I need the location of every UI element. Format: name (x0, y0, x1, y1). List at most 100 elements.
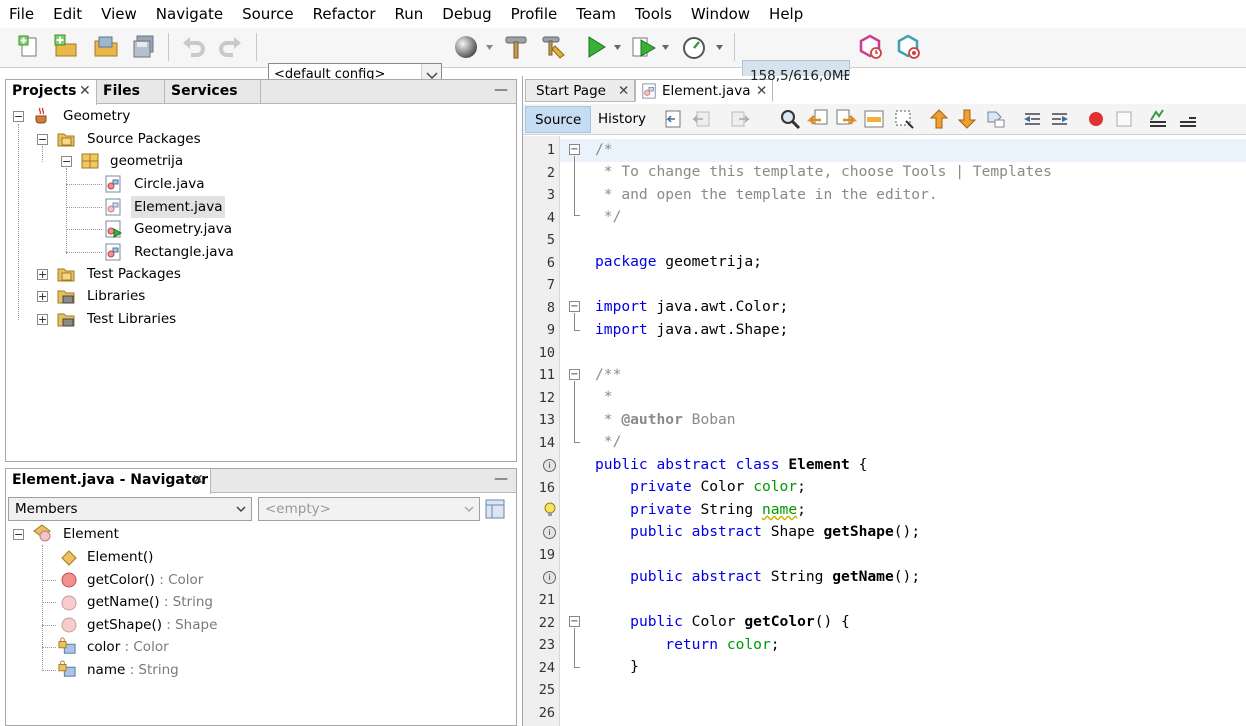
navigator-member-color[interactable]: color : Color (87, 636, 169, 658)
tree-test-libraries[interactable]: Test Libraries (87, 308, 176, 330)
tree-file-circle[interactable]: Circle.java (131, 173, 208, 195)
navigator-member-getname[interactable]: getName() : String (87, 591, 213, 613)
menu-navigate[interactable]: Navigate (147, 0, 233, 28)
code-line-8[interactable]: import java.awt.Color; (595, 296, 788, 319)
code-line-13[interactable]: * @author Boban (595, 409, 736, 432)
tree-source-packages[interactable]: Source Packages (87, 128, 201, 150)
code-line-20[interactable]: public abstract String getName(); (595, 566, 920, 589)
menu-team[interactable]: Team (567, 0, 626, 28)
close-icon[interactable]: ✕ (618, 80, 629, 102)
tree-project-geometry[interactable]: Geometry (63, 105, 130, 127)
code-line-2[interactable]: * To change this template, choose Tools … (595, 161, 1052, 184)
code-line-18[interactable]: public abstract Shape getShape(); (595, 521, 920, 544)
navigator-member-getcolor[interactable]: getColor() : Color (87, 569, 203, 591)
build-icon[interactable] (502, 33, 530, 61)
start-macro-icon[interactable] (1085, 108, 1107, 130)
fold-toggle[interactable]: − (569, 616, 580, 627)
profiler-snapshot-icon[interactable] (856, 33, 884, 61)
collapse-toggle[interactable]: − (61, 156, 72, 167)
save-all-icon[interactable] (130, 33, 158, 61)
tab-projects[interactable]: Projects ✕ (6, 80, 97, 105)
comment-icon[interactable] (1147, 108, 1169, 130)
implemented-by-icon[interactable]: i (543, 571, 556, 584)
menu-tools[interactable]: Tools (626, 0, 682, 28)
code-line-3[interactable]: * and open the template in the editor. (595, 184, 938, 207)
code-line-17[interactable]: private String name; (595, 499, 806, 522)
code-line-11[interactable]: /** (595, 364, 621, 387)
menu-profile[interactable]: Profile (502, 0, 568, 28)
menu-view[interactable]: View (92, 0, 147, 28)
navigator-member-getshape[interactable]: getShape() : Shape (87, 614, 217, 636)
close-icon[interactable]: ✕ (79, 80, 91, 103)
undo-icon[interactable] (180, 33, 208, 61)
profiler-memory-icon[interactable] (894, 33, 922, 61)
tree-package-geometrija[interactable]: geometrija (110, 150, 183, 172)
code-line-23[interactable]: return color; (595, 634, 779, 657)
toggle-highlight-icon[interactable] (863, 108, 885, 130)
code-line-22[interactable]: public Color getColor() { (595, 611, 850, 634)
run-icon[interactable] (582, 33, 610, 61)
layout-toggle-icon[interactable] (484, 498, 506, 520)
back-icon[interactable] (691, 108, 713, 130)
minimize-icon[interactable]: — (494, 82, 508, 98)
tab-services[interactable]: Services (165, 80, 261, 104)
redo-icon[interactable] (216, 33, 244, 61)
debug-icon[interactable] (630, 33, 658, 61)
shift-left-icon[interactable] (1021, 108, 1043, 130)
menu-debug[interactable]: Debug (433, 0, 501, 28)
globe-dropdown-icon[interactable] (486, 45, 493, 50)
tree-libraries[interactable]: Libraries (87, 285, 145, 307)
menu-file[interactable]: File (0, 0, 44, 28)
code-line-15[interactable]: public abstract class Element { (595, 454, 867, 477)
uncomment-icon[interactable] (1177, 108, 1199, 130)
fold-toggle[interactable]: − (569, 369, 580, 380)
debug-dropdown-icon[interactable] (662, 45, 669, 50)
code-line-14[interactable]: */ (595, 431, 622, 454)
navigator-scope-select[interactable]: <empty> (258, 497, 480, 521)
code-line-12[interactable]: * (595, 386, 613, 409)
close-icon[interactable]: ✕ (192, 469, 204, 492)
fold-toggle[interactable]: − (569, 301, 580, 312)
shift-right-icon[interactable] (1049, 108, 1071, 130)
collapse-toggle[interactable]: − (37, 134, 48, 145)
code-line-9[interactable]: import java.awt.Shape; (595, 319, 788, 342)
collapse-toggle[interactable]: − (13, 529, 24, 540)
menu-window[interactable]: Window (682, 0, 760, 28)
fold-toggle[interactable]: − (569, 144, 580, 155)
profile-dropdown-icon[interactable] (716, 45, 723, 50)
find-next-icon[interactable] (835, 108, 857, 130)
code-line-6[interactable]: package geometrija; (595, 251, 762, 274)
tab-start-page[interactable]: Start Page ✕ (525, 79, 635, 102)
code-line-4[interactable]: */ (595, 206, 622, 229)
previous-bookmark-icon[interactable] (928, 108, 950, 130)
last-edit-icon[interactable] (663, 108, 685, 130)
code-line-24[interactable]: } (595, 656, 639, 679)
rectangular-selection-icon[interactable] (893, 108, 915, 130)
find-previous-icon[interactable] (807, 108, 829, 130)
menu-source[interactable]: Source (233, 0, 304, 28)
stop-macro-icon[interactable] (1113, 108, 1135, 130)
next-bookmark-icon[interactable] (956, 108, 978, 130)
forward-icon[interactable] (729, 108, 751, 130)
profile-icon[interactable] (680, 33, 708, 61)
tab-files[interactable]: Files (97, 80, 165, 104)
menu-edit[interactable]: Edit (44, 0, 92, 28)
tree-test-packages[interactable]: Test Packages (87, 263, 181, 285)
history-view-button[interactable]: History (589, 106, 655, 133)
find-icon[interactable] (779, 108, 801, 130)
run-dropdown-icon[interactable] (614, 45, 621, 50)
tree-file-element[interactable]: Element.java (131, 196, 226, 218)
toggle-bookmark-icon[interactable] (985, 108, 1007, 130)
code-line-16[interactable]: private Color color; (595, 476, 806, 499)
menu-refactor[interactable]: Refactor (304, 0, 386, 28)
new-project-icon[interactable] (52, 33, 80, 61)
navigator-member-constructor[interactable]: Element() (87, 546, 153, 568)
collapse-toggle[interactable]: − (13, 111, 24, 122)
navigator-filter-select[interactable]: Members (8, 497, 252, 521)
expand-toggle[interactable]: + (37, 291, 48, 302)
navigator-class[interactable]: Element (63, 523, 119, 545)
tab-navigator[interactable]: Element.java - Navigator ✕ (6, 469, 211, 494)
menu-run[interactable]: Run (386, 0, 434, 28)
code-line-1[interactable]: /* (560, 139, 1246, 162)
new-file-icon[interactable] (16, 33, 44, 61)
